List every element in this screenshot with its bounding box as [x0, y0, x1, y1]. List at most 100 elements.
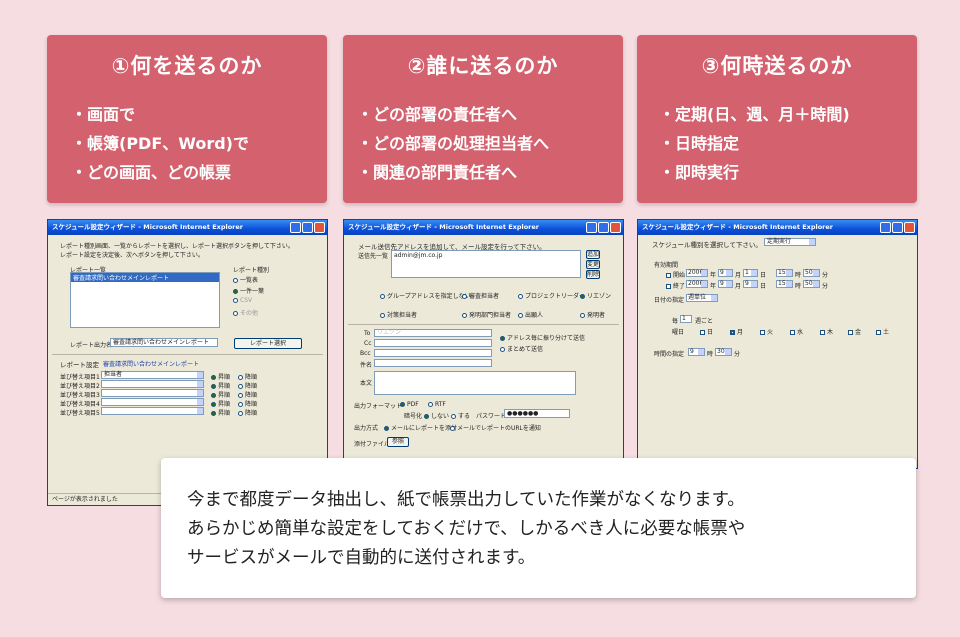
weekday-checkbox[interactable]: 木: [820, 327, 833, 336]
to-input[interactable]: リエゾン: [374, 329, 492, 337]
bcc-input[interactable]: [374, 349, 492, 357]
schedule-type-select[interactable]: 定期実行: [764, 238, 816, 246]
weekday-checkbox[interactable]: 火: [760, 327, 773, 336]
sort-select[interactable]: [101, 389, 204, 397]
kind-radio[interactable]: CSV: [233, 297, 252, 304]
sort-label: 並び替え項目5: [60, 410, 100, 417]
asc-radio[interactable]: 昇順: [211, 381, 230, 390]
recipient-list-label: 送信先一覧: [358, 253, 389, 260]
list-item[interactable]: 審査請求問い合わせメインレポート: [71, 273, 219, 282]
encrypt-yes-radio[interactable]: する: [451, 411, 470, 420]
end-minute-select[interactable]: 50: [803, 280, 820, 288]
change-button[interactable]: 変更: [586, 260, 600, 269]
start-checkbox[interactable]: 開始: [666, 270, 685, 279]
subject-input[interactable]: [374, 359, 492, 367]
title-bar[interactable]: スケジュール設定ウィザード - Microsoft Internet Explo…: [638, 220, 917, 235]
weekday-checkbox[interactable]: 日: [700, 327, 713, 336]
start-day-select[interactable]: 1: [743, 269, 758, 277]
add-button[interactable]: 追加: [586, 250, 600, 259]
weekday-checkbox[interactable]: 水: [790, 327, 803, 336]
close-button[interactable]: [904, 222, 915, 233]
desc-radio[interactable]: 降順: [238, 399, 257, 408]
group-radio[interactable]: 発明者: [580, 310, 605, 319]
unit-label: 月: [735, 272, 742, 279]
close-button[interactable]: [610, 222, 621, 233]
end-hour-select[interactable]: 15: [776, 280, 793, 288]
minimize-button[interactable]: [880, 222, 891, 233]
asc-radio[interactable]: 昇順: [211, 399, 230, 408]
weekday-label: 曜日: [672, 329, 685, 336]
start-hour-select[interactable]: 15: [776, 269, 793, 277]
day-spec-select[interactable]: 週単位: [686, 294, 718, 302]
method-url-radio[interactable]: メールでレポートのURLを通知: [450, 423, 541, 432]
split-send-radio[interactable]: アドレス毎に振り分けて送信: [500, 333, 585, 342]
close-button[interactable]: [314, 222, 325, 233]
method-attach-radio[interactable]: メールにレポートを添付: [384, 423, 457, 432]
time-minute-select[interactable]: 30: [715, 348, 732, 356]
every-input[interactable]: 1: [680, 315, 692, 323]
asc-radio[interactable]: 昇順: [211, 372, 230, 381]
recipient-list[interactable]: admin@jm.co.jp: [391, 250, 581, 278]
select-report-button[interactable]: レポート選択: [234, 338, 302, 349]
start-month-select[interactable]: 9: [718, 269, 733, 277]
unit-label: 分: [822, 283, 829, 290]
sort-select[interactable]: [101, 380, 204, 388]
maximize-button[interactable]: [598, 222, 609, 233]
intro-text: スケジュール種別を選択して下さい。: [652, 241, 762, 249]
asc-radio[interactable]: 昇順: [211, 390, 230, 399]
body-textarea[interactable]: [374, 371, 576, 395]
desc-radio[interactable]: 降順: [238, 381, 257, 390]
group-radio[interactable]: 発明部門担当者: [462, 310, 511, 319]
output-name-input[interactable]: 審査請求問い合わせメインレポート: [110, 338, 218, 347]
end-day-select[interactable]: 9: [743, 280, 758, 288]
bulk-send-radio[interactable]: まとめて送信: [500, 344, 543, 353]
end-checkbox[interactable]: 終了: [666, 281, 685, 290]
title-bar[interactable]: スケジュール設定ウィザード - Microsoft Internet Explo…: [48, 220, 327, 235]
encrypt-no-radio[interactable]: しない: [424, 411, 449, 420]
card-title: ②誰に送るのか: [407, 54, 559, 78]
weekday-checkbox[interactable]: 金: [848, 327, 861, 336]
title-bar[interactable]: スケジュール設定ウィザード - Microsoft Internet Explo…: [344, 220, 623, 235]
maximize-button[interactable]: [302, 222, 313, 233]
weekday-checkbox[interactable]: 月: [730, 327, 743, 336]
group-radio[interactable]: リエゾン: [580, 291, 611, 300]
sort-select[interactable]: [101, 407, 204, 415]
note-line: サービスがメールで自動的に送付されます。: [187, 548, 536, 568]
time-hour-select[interactable]: 9: [688, 348, 705, 356]
subject-label: 件名: [360, 362, 373, 369]
asc-radio[interactable]: 昇順: [211, 408, 230, 417]
rtf-radio[interactable]: RTF: [428, 401, 446, 408]
group-radio[interactable]: 出願人: [518, 310, 543, 319]
sort-label: 並び替え項目1: [60, 374, 100, 381]
end-year-select[interactable]: 2006: [686, 280, 708, 288]
start-minute-select[interactable]: 50: [803, 269, 820, 277]
desc-radio[interactable]: 降順: [238, 408, 257, 417]
minimize-button[interactable]: [586, 222, 597, 233]
pdf-radio[interactable]: PDF: [400, 401, 419, 408]
start-year-select[interactable]: 2006: [686, 269, 708, 277]
sort-select[interactable]: [101, 398, 204, 406]
delete-button[interactable]: 削除: [586, 270, 600, 279]
maximize-button[interactable]: [892, 222, 903, 233]
end-month-select[interactable]: 9: [718, 280, 733, 288]
kind-radio[interactable]: 一覧表: [233, 275, 258, 284]
desc-radio[interactable]: 降順: [238, 372, 257, 381]
kind-radio[interactable]: 一件一葉: [233, 286, 264, 295]
group-radio[interactable]: 対策担当者: [380, 310, 417, 319]
time-spec-label: 時間の指定: [654, 351, 685, 358]
unit-label: 分: [734, 351, 741, 358]
report-list[interactable]: 審査請求問い合わせメインレポート: [70, 272, 220, 328]
group-radio[interactable]: プロジェクトリーダー: [518, 291, 585, 300]
group-radio[interactable]: グループアドレスを指定しない: [380, 291, 471, 300]
recipient-item[interactable]: admin@jm.co.jp: [394, 252, 442, 259]
minimize-button[interactable]: [290, 222, 301, 233]
cc-input[interactable]: [374, 339, 492, 347]
kind-radio[interactable]: その他: [233, 308, 258, 317]
window-title: スケジュール設定ウィザード - Microsoft Internet Explo…: [348, 223, 539, 231]
sort-select[interactable]: 担当者: [101, 371, 204, 379]
browse-button[interactable]: 参照: [387, 437, 409, 447]
password-input[interactable]: ●●●●●●: [504, 409, 570, 418]
weekday-checkbox[interactable]: 土: [876, 327, 889, 336]
group-radio[interactable]: 審査担当者: [462, 291, 499, 300]
desc-radio[interactable]: 降順: [238, 390, 257, 399]
